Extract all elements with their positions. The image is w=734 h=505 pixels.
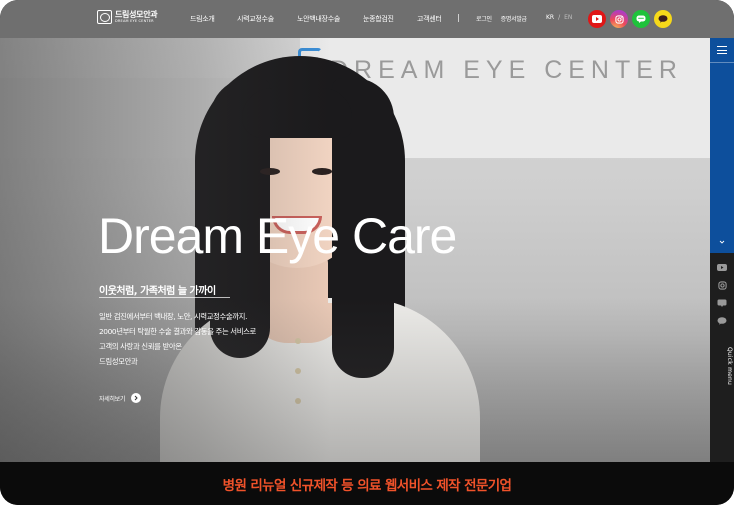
description-line: 일반 검진에서부터 백내장, 노안, 시력교정수술까지.	[99, 312, 248, 321]
logo-name-ko: 드림성모안과	[115, 9, 158, 19]
lang-kr[interactable]: KR	[546, 14, 554, 21]
description-line: 드림성모안과	[99, 357, 138, 366]
more-label: 자세히보기	[99, 395, 126, 403]
quick-menu-toggle[interactable]: Quick menu	[710, 38, 734, 385]
quick-menu-label: Quick menu	[726, 347, 733, 386]
logo-mark-icon	[97, 10, 112, 24]
quick-menu: Quick menu	[710, 38, 734, 462]
main-nav: 드림소개 시력교정수술 노안백내장수술 눈종합검진 고객센터	[190, 14, 457, 24]
nav-item-about[interactable]: 드림소개	[190, 14, 237, 24]
hero-subtitle: 이웃처럼, 가족처럼 늘 가까이	[99, 286, 216, 297]
lang-separator: /	[558, 14, 561, 21]
nav-item-vision-correction[interactable]: 시력교정수술	[237, 14, 297, 24]
kakaotalk-icon[interactable]	[716, 316, 728, 326]
description-line: 고객의 사랑과 신뢰를 받아온	[99, 342, 182, 351]
arrow-right-icon	[131, 393, 142, 403]
blog-icon[interactable]	[716, 298, 728, 308]
hero-title: Dream Eye Care	[98, 208, 457, 264]
util-nav: 로그인 증명서발급	[476, 14, 527, 23]
more-button[interactable]: 자세히보기	[99, 393, 142, 403]
subtitle-underline	[99, 297, 230, 298]
instagram-icon[interactable]	[610, 10, 628, 28]
page-frame: 드림성모안과 DREAM EYE CENTER 드림소개 시력교정수술 노안백내…	[0, 0, 734, 505]
login-link[interactable]: 로그인	[476, 14, 492, 23]
nav-item-cataract[interactable]: 노안백내장수술	[297, 14, 363, 24]
sns-links	[588, 10, 672, 28]
kakaotalk-icon[interactable]	[654, 10, 672, 28]
chevron-down-icon	[719, 240, 725, 244]
hamburger-icon[interactable]	[717, 46, 727, 57]
nav-item-customer-center[interactable]: 고객센터	[417, 14, 457, 24]
hero-section: DREAM EYE CENTER Dream Eye Care 이웃처럼, 가족…	[0, 38, 710, 462]
certificate-link[interactable]: 증명서발급	[501, 14, 527, 23]
lang-en[interactable]: EN	[564, 14, 572, 21]
nav-divider	[458, 14, 459, 22]
language-switch: KR / EN	[546, 14, 572, 21]
banner-text: 병원 리뉴얼 신규제작 등 의료 웹서비스 제작 전문기업	[222, 477, 512, 494]
site-header: 드림성모안과 DREAM EYE CENTER 드림소개 시력교정수술 노안백내…	[0, 0, 734, 38]
logo[interactable]: 드림성모안과 DREAM EYE CENTER	[97, 9, 158, 24]
instagram-icon[interactable]	[716, 280, 728, 290]
hero-description: 일반 검진에서부터 백내장, 노안, 시력교정수술까지. 2000년부터 탁월한…	[99, 309, 256, 369]
youtube-icon[interactable]	[588, 10, 606, 28]
line-icon[interactable]	[632, 10, 650, 28]
description-line: 2000년부터 탁월한 수술 결과와 감동을 주는 서비스로	[99, 327, 256, 336]
youtube-icon[interactable]	[716, 262, 728, 272]
logo-name-en: DREAM EYE CENTER	[115, 18, 154, 23]
nav-item-eye-checkup[interactable]: 눈종합검진	[363, 14, 417, 24]
quick-sns	[716, 262, 728, 326]
bottom-banner: 병원 리뉴얼 신규제작 등 의료 웹서비스 제작 전문기업	[0, 462, 734, 505]
